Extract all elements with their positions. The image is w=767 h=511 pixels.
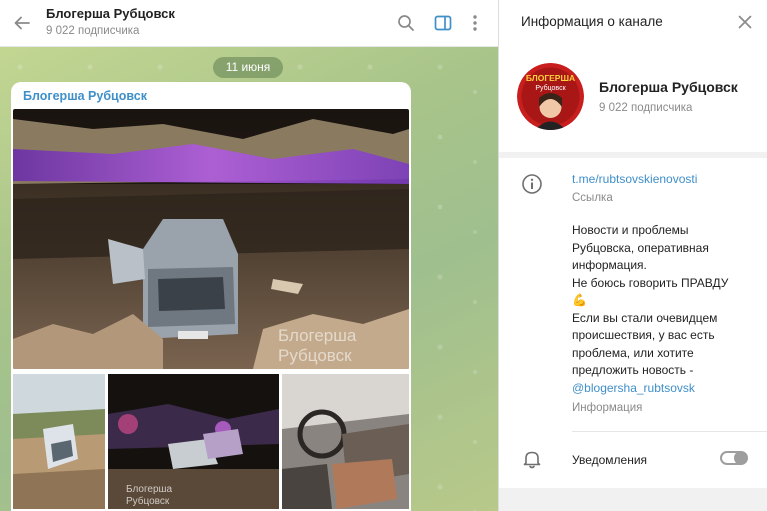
- message-photo-thumb-3[interactable]: [282, 374, 409, 509]
- description-line: Не боюсь говорить ПРАВДУ: [572, 275, 729, 290]
- close-button[interactable]: [734, 11, 756, 33]
- night-rescue-photo: Блогерша Рубцовск: [108, 374, 279, 509]
- photo-watermark-line1: Блогерша: [278, 326, 357, 345]
- channel-logo: БЛОГЕРША Рубцовск: [517, 63, 584, 130]
- thumb-watermark-line2: Рубцовск: [126, 495, 170, 507]
- car-interior-photo: [282, 374, 409, 509]
- photo-watermark-line2: Рубцовск: [278, 346, 352, 365]
- car-accident-photo: Блогерша Рубцовск: [13, 109, 409, 369]
- channel-info-panel: Информация о канале БЛОГЕРША Рубцовск Бл…: [498, 0, 767, 511]
- search-button[interactable]: [394, 11, 418, 35]
- notifications-toggle[interactable]: [720, 451, 748, 465]
- description-label: Информация: [572, 402, 643, 414]
- message-photo-main[interactable]: Блогерша Рубцовск: [13, 109, 409, 369]
- channel-name: Блогерша Рубцовск: [599, 79, 738, 95]
- more-vertical-icon: [473, 15, 477, 31]
- sidebar-toggle-icon: [434, 15, 452, 31]
- back-button[interactable]: [10, 11, 34, 35]
- description-line: Если вы стали очевидцем: [572, 310, 718, 325]
- description-line: происшествия, у вас есть: [572, 328, 715, 342]
- message-photo-thumb-1[interactable]: [13, 374, 105, 509]
- divider: [572, 431, 767, 432]
- channel-description: Новости и проблемы Рубцовска, оперативна…: [572, 222, 757, 397]
- bell-icon: [523, 451, 541, 469]
- info-panel-header: Информация о канале: [499, 0, 767, 45]
- channel-message[interactable]: Блогерша Рубцовск Блогерша Рубцовск Блог…: [11, 82, 411, 511]
- notifications-label: Уведомления: [572, 453, 648, 467]
- info-icon: [522, 174, 542, 194]
- channel-avatar[interactable]: БЛОГЕРША Рубцовск: [517, 63, 584, 130]
- channel-subscriber-count: 9 022 подписчика: [599, 102, 693, 114]
- car-on-side-photo: [13, 374, 105, 509]
- close-icon: [738, 15, 752, 29]
- avatar-text-line2: Рубцовск: [535, 84, 566, 92]
- channel-link-label: Ссылка: [572, 192, 613, 204]
- thumb-watermark-line1: Блогерша: [126, 484, 173, 495]
- description-line: проблема, или хотите: [572, 345, 694, 360]
- avatar-text-line1: БЛОГЕРША: [526, 73, 575, 83]
- description-line: предложить новость -: [572, 363, 694, 377]
- chat-subscriber-count: 9 022 подписчика: [46, 25, 140, 37]
- channel-details: t.me/rubtsovskienovosti Ссылка Новости и…: [499, 158, 767, 488]
- search-icon: [398, 15, 414, 31]
- channel-link[interactable]: t.me/rubtsovskienovosti: [572, 172, 697, 186]
- description-line: Рубцовска, оперативная: [572, 240, 709, 255]
- date-separator: 11 июня: [213, 57, 283, 78]
- chat-background: 11 июня Блогерша Рубцовск Блогерша Рубцо…: [0, 47, 498, 511]
- description-line: информация.: [572, 258, 647, 272]
- chat-title[interactable]: Блогерша Рубцовск: [46, 6, 175, 21]
- description-line: Новости и проблемы: [572, 223, 689, 237]
- toggle-knob: [734, 451, 748, 465]
- info-panel-title: Информация о канале: [521, 14, 663, 29]
- channel-mention-link[interactable]: @blogersha_rubtsovsk: [572, 380, 757, 398]
- chat-pane: Блогерша Рубцовск 9 022 подписчика 11 ию…: [0, 0, 498, 511]
- message-photo-thumb-2[interactable]: Блогерша Рубцовск: [108, 374, 279, 509]
- description-line: 💪: [572, 293, 587, 307]
- back-arrow-icon: [14, 16, 30, 30]
- more-options-button[interactable]: [463, 11, 487, 35]
- sidebar-toggle-button[interactable]: [431, 11, 455, 35]
- channel-profile: БЛОГЕРША Рубцовск Блогерша Рубцовск 9 02…: [499, 45, 767, 152]
- message-author[interactable]: Блогерша Рубцовск: [23, 89, 147, 103]
- chat-header: Блогерша Рубцовск 9 022 подписчика: [0, 0, 498, 47]
